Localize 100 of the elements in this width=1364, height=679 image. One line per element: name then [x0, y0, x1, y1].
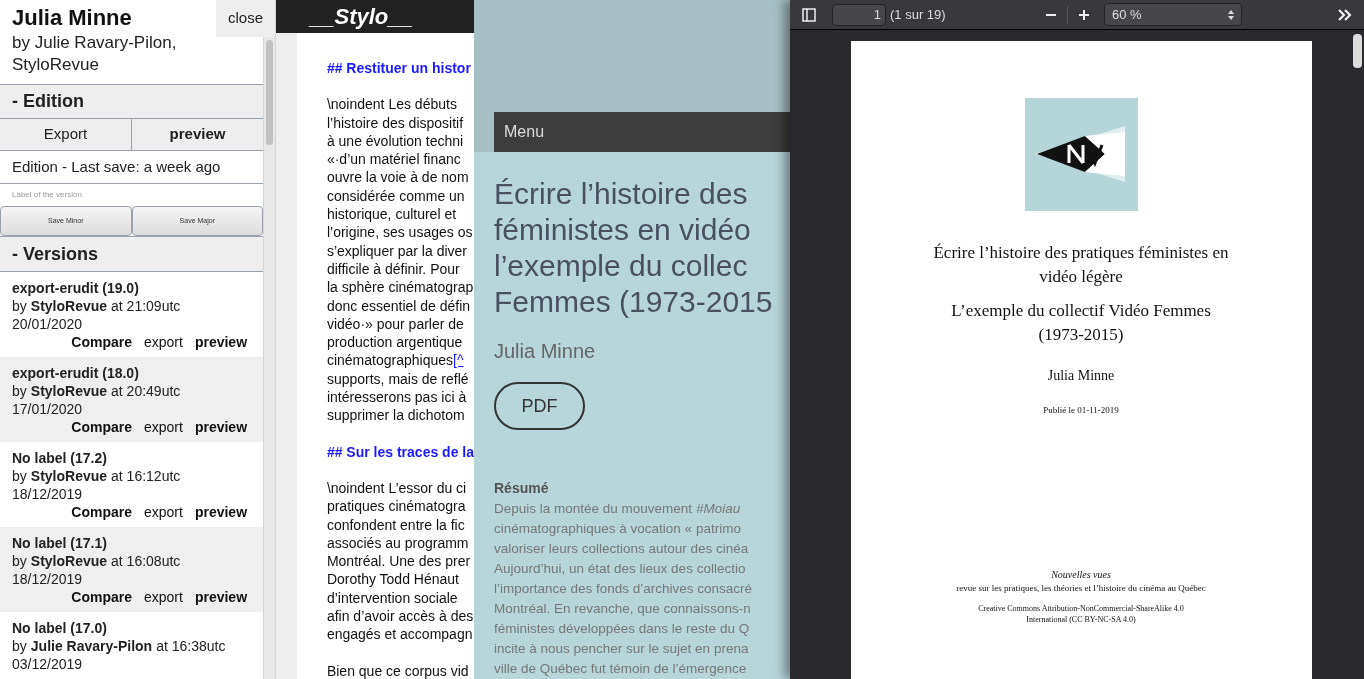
app-logo[interactable]: __Stylo__: [310, 0, 413, 33]
version-title: No label (17.1): [12, 534, 108, 552]
version-action-link[interactable]: Compare: [71, 503, 132, 521]
abstract-heading: Résumé: [494, 479, 549, 498]
version-title: No label (17.2): [12, 449, 108, 467]
version-action-link[interactable]: preview: [194, 588, 248, 606]
text-line: pratiques cinématogra: [326, 497, 467, 516]
version-author: Julie Ravary-Pilon: [30, 637, 153, 655]
text-line: supprimer la dichotom: [326, 406, 466, 425]
text-line: Bien que ce corpus vid: [326, 661, 470, 679]
version-title: export-erudit (18.0): [12, 364, 140, 382]
license-text: Creative Commons Attribution-NonCommercial-ShareAlike 4.0 International (CC BY-NC-SA 4.0): [977, 603, 1185, 625]
text-line: ouvre la voie à de nom: [326, 168, 470, 187]
by-label: by: [12, 297, 27, 315]
text-line: la sphère cinématograp: [326, 278, 474, 297]
markdown-heading: ## Sur les traces de la: [326, 442, 474, 461]
by-label: by: [12, 382, 27, 400]
version-date: 17/01/2020: [12, 400, 84, 418]
pdf-button[interactable]: PDF: [494, 382, 585, 430]
text-line: donc essentiel de défin: [326, 296, 472, 315]
sidebar-toggle-icon[interactable]: [802, 7, 816, 22]
document-authors: by Julie Ravary-Pilon, StyloRevue: [12, 32, 178, 76]
spinner-arrows-icon: [1228, 9, 1234, 20]
text-line: difficile à définir. Pour: [326, 259, 461, 279]
text-line: engagés et accompagn: [326, 625, 474, 644]
footnote-link[interactable]: [^: [453, 352, 464, 369]
document-title: Julia Minne: [12, 4, 133, 32]
by-label: by: [12, 637, 27, 655]
version-action-link[interactable]: export: [144, 588, 183, 606]
version-action-link[interactable]: export: [144, 333, 183, 351]
text-line: «·d’un matériel financ: [326, 150, 462, 169]
abstract-text: Depuis la montée du mouvement #Moiau cinématographiques à vocation « patrimo valoriser leurs collections autour des cinéa Aujourd’hui, un état des lieux des collectio l’importance des fonds d’archives consacré Montréal. En revanche, que connaissons-n féministes développées dans le reste du Q incite à nous pencher sur le sujet en prena ville de Québec fut témoin de l’émergence: [494, 500, 753, 678]
journal-tagline: revue sur les pratiques, les théories et l’histoire du cinéma au Québec: [956, 581, 1206, 595]
version-author: StyloRevue: [30, 552, 108, 570]
nv-logo-icon: [1024, 98, 1138, 211]
version-title: No label (17.0): [12, 619, 108, 637]
version-action-link[interactable]: Compare: [71, 418, 132, 436]
version-action-link[interactable]: preview: [194, 418, 248, 436]
text-line: \noindent Les débuts: [326, 95, 458, 114]
section-header[interactable]: - Edition: [0, 84, 264, 119]
scrollbar-thumb[interactable]: [1352, 34, 1362, 68]
text-line: intéresserons pas ici à: [326, 388, 468, 407]
text-line: cinématographiques[^: [326, 351, 465, 370]
zoom-in-icon[interactable]: [1078, 8, 1090, 21]
version-time: at 16:08utc: [111, 552, 181, 570]
close-button[interactable]: close: [216, 0, 275, 37]
text-line: à une évolution techni: [326, 131, 465, 151]
text-line: afin d’avoir accès à des: [326, 607, 474, 626]
pdf-author: Julia Minne: [1047, 367, 1115, 385]
text-line: historique, culturel et: [326, 205, 458, 224]
menu-bar[interactable]: Menu: [494, 112, 790, 152]
version-title: export-erudit (19.0): [12, 279, 140, 297]
text-line: l’origine, ses usages os: [326, 223, 474, 242]
version-author: StyloRevue: [30, 467, 108, 485]
text-line: Dorothy Todd Hénaut: [326, 570, 460, 589]
version-action-link[interactable]: preview: [194, 333, 248, 351]
text-line: Montréal. Une des prer: [326, 552, 472, 571]
text-line: vidéo·» pour parler de: [326, 314, 465, 334]
edition-button[interactable]: preview: [132, 118, 264, 151]
version-time: at 21:09utc: [111, 297, 181, 315]
version-action-link[interactable]: preview: [194, 503, 248, 521]
page-count: (1 sur 19): [890, 5, 946, 24]
version-date: 20/01/2020: [12, 315, 84, 333]
edition-button[interactable]: Export: [0, 118, 133, 151]
double-chevron-icon[interactable]: [1338, 8, 1352, 21]
zoom-select[interactable]: 60 %: [1104, 3, 1242, 26]
scrollbar-thumb[interactable]: [266, 40, 274, 145]
version-date: 18/12/2019: [12, 570, 84, 588]
page-number-field[interactable]: 1: [832, 3, 886, 26]
journal-name: Nouvelles vues: [1051, 567, 1111, 582]
markdown-heading: ## Restituer un histor: [326, 59, 472, 78]
version-time: at 20:49utc: [111, 382, 181, 400]
article-title: Écrire l’histoire des féministes en vidéo l’exemple du collec Femmes (1973-2015: [494, 176, 773, 320]
version-item[interactable]: No label (17.1) by StyloRevue at 16:08utc 18/12/2019 Compare export preview: [0, 527, 264, 612]
version-action-link[interactable]: Compare: [71, 333, 132, 351]
version-date: 03/12/2019: [12, 655, 84, 673]
text-line: production argentique: [326, 333, 464, 352]
text-line: l’histoire des dispositif: [326, 113, 465, 132]
text-line: considérée comme un: [326, 186, 466, 206]
version-action-link[interactable]: export: [144, 503, 183, 521]
version-action-link[interactable]: Compare: [71, 588, 132, 606]
by-label: by: [12, 552, 27, 570]
version-time: at 16:12utc: [111, 467, 181, 485]
text-line: s’expliquer par la diver: [326, 241, 468, 260]
version-date: 18/12/2019: [12, 485, 84, 503]
article-author: Julia Minne: [494, 339, 596, 364]
version-action-link[interactable]: export: [144, 418, 183, 436]
section-header[interactable]: - Versions: [0, 237, 264, 272]
version-author: StyloRevue: [30, 382, 108, 400]
pdf-title: Écrire l’histoire des pratiques féministes en vidéo légère: [932, 242, 1230, 288]
by-label: by: [12, 467, 27, 485]
version-author: StyloRevue: [30, 297, 108, 315]
text-line: supports, mais de reflé: [326, 369, 470, 389]
version-item[interactable]: export-erudit (18.0) by StyloRevue at 20:49utc 17/01/2020 Compare export preview: [0, 357, 264, 442]
text-line: associés au programm: [326, 533, 470, 553]
text-line: d’intervention sociale: [326, 588, 459, 607]
text-line: \noindent L’essor du ci: [326, 478, 468, 498]
version-time: at 16:38utc: [156, 637, 226, 655]
publication-date: Publié le 01-11-2019: [1043, 404, 1119, 417]
text-line: confondent entre la fic: [326, 515, 466, 534]
